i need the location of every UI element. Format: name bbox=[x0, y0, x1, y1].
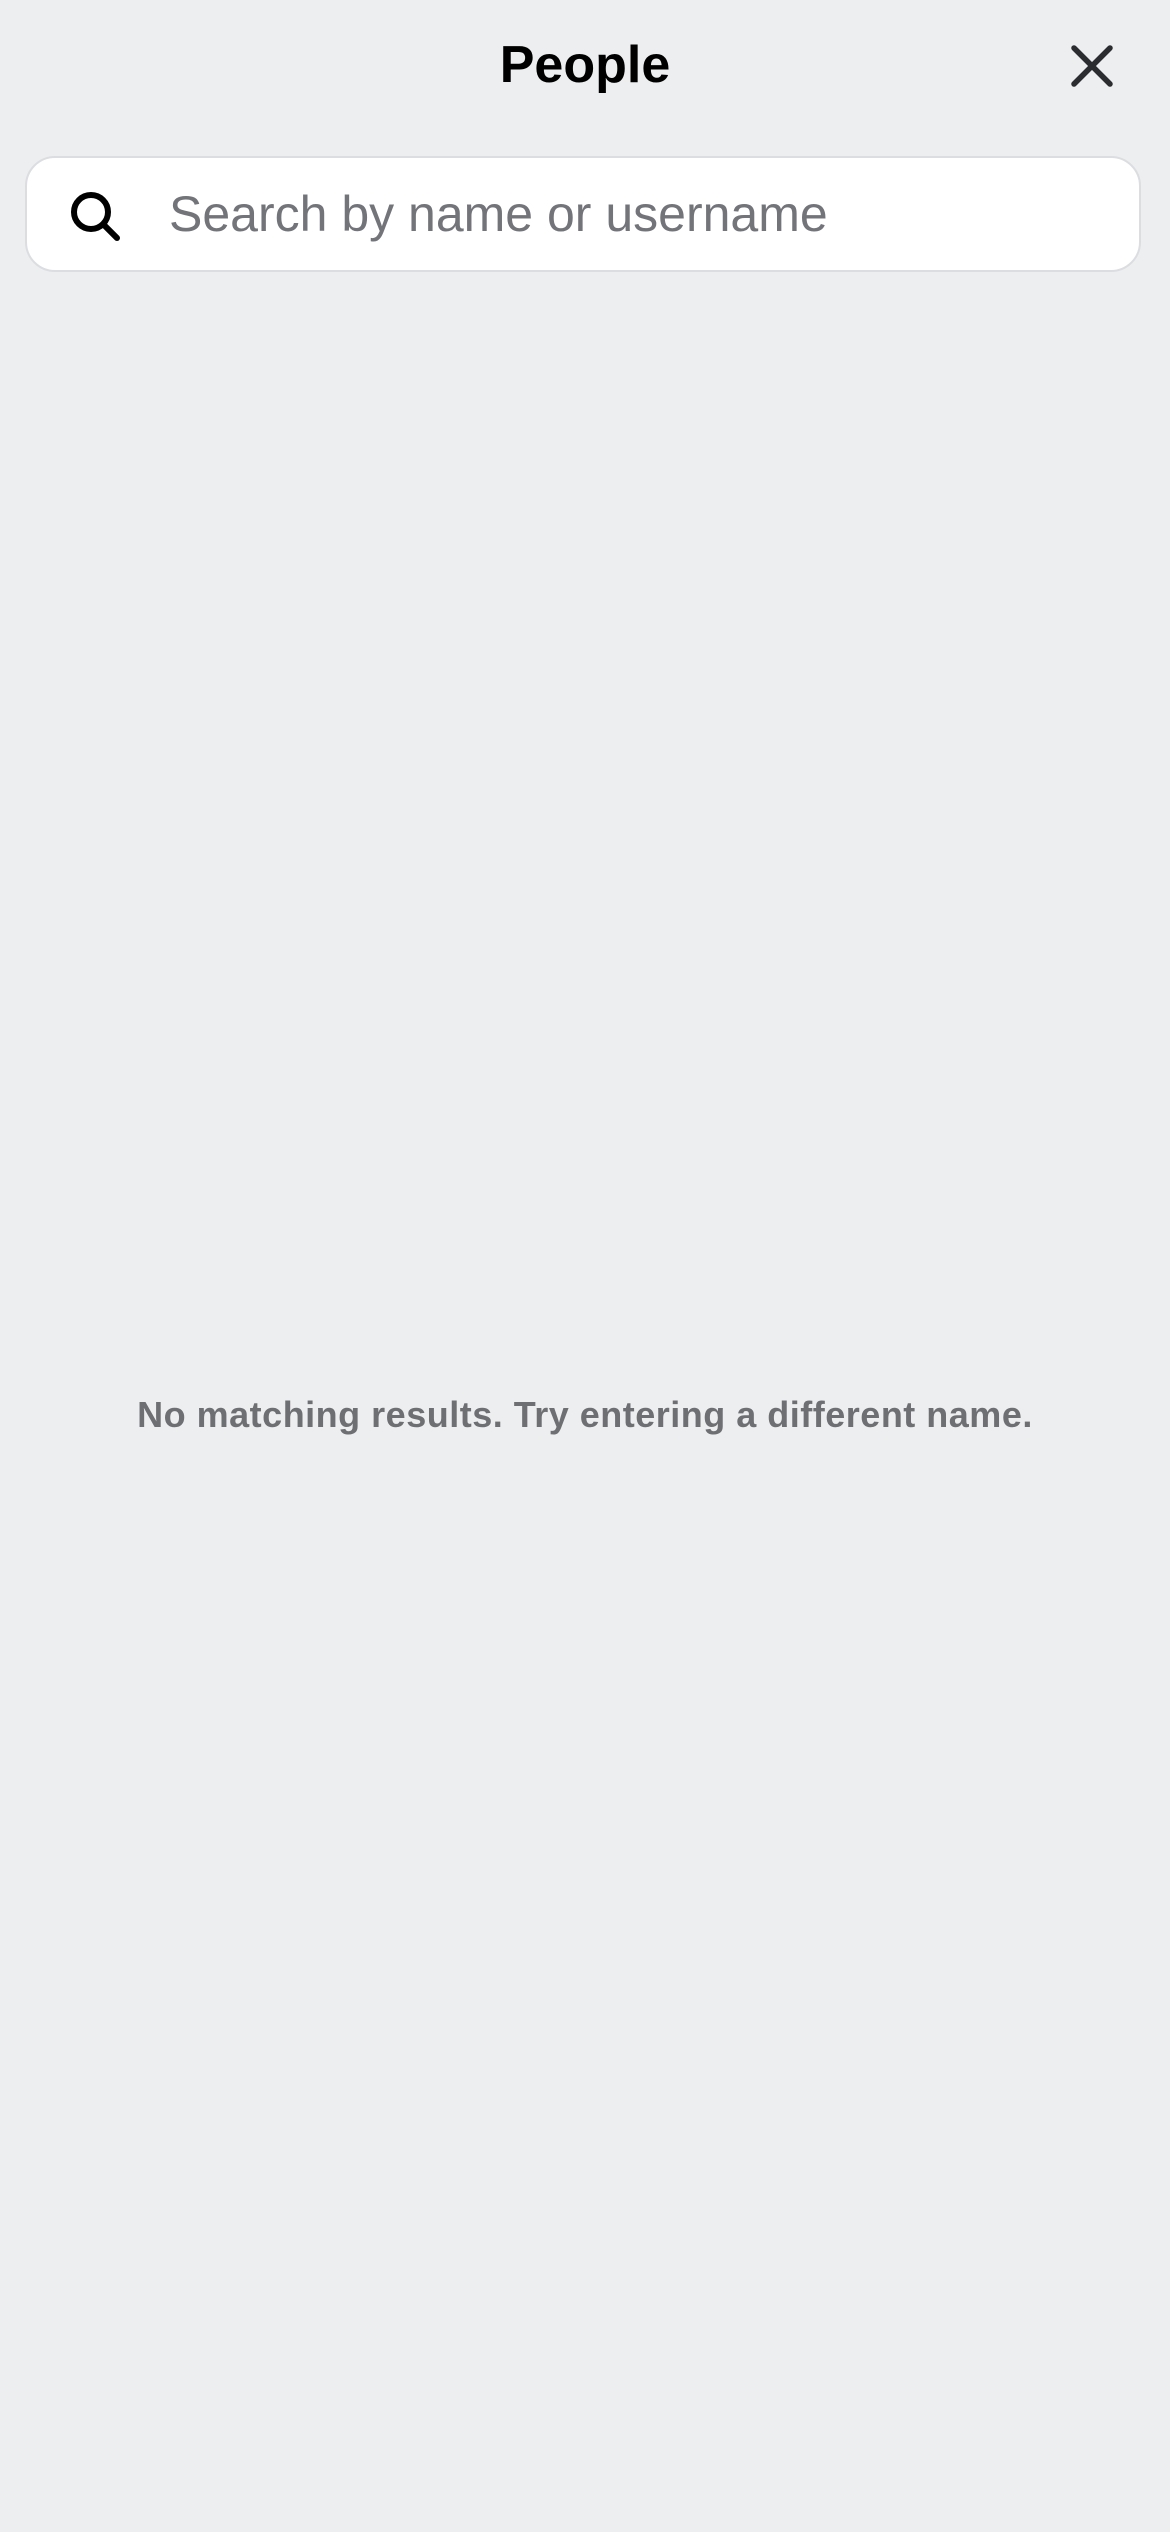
close-button[interactable] bbox=[1054, 28, 1130, 104]
close-icon bbox=[1071, 45, 1113, 87]
header: People bbox=[0, 0, 1170, 130]
page-title: People bbox=[499, 36, 671, 94]
search-icon bbox=[71, 192, 120, 241]
empty-results-message: No matching results. Try entering a diff… bbox=[137, 1394, 1033, 1435]
search-input[interactable] bbox=[169, 172, 1109, 256]
search-bar[interactable] bbox=[25, 156, 1141, 272]
